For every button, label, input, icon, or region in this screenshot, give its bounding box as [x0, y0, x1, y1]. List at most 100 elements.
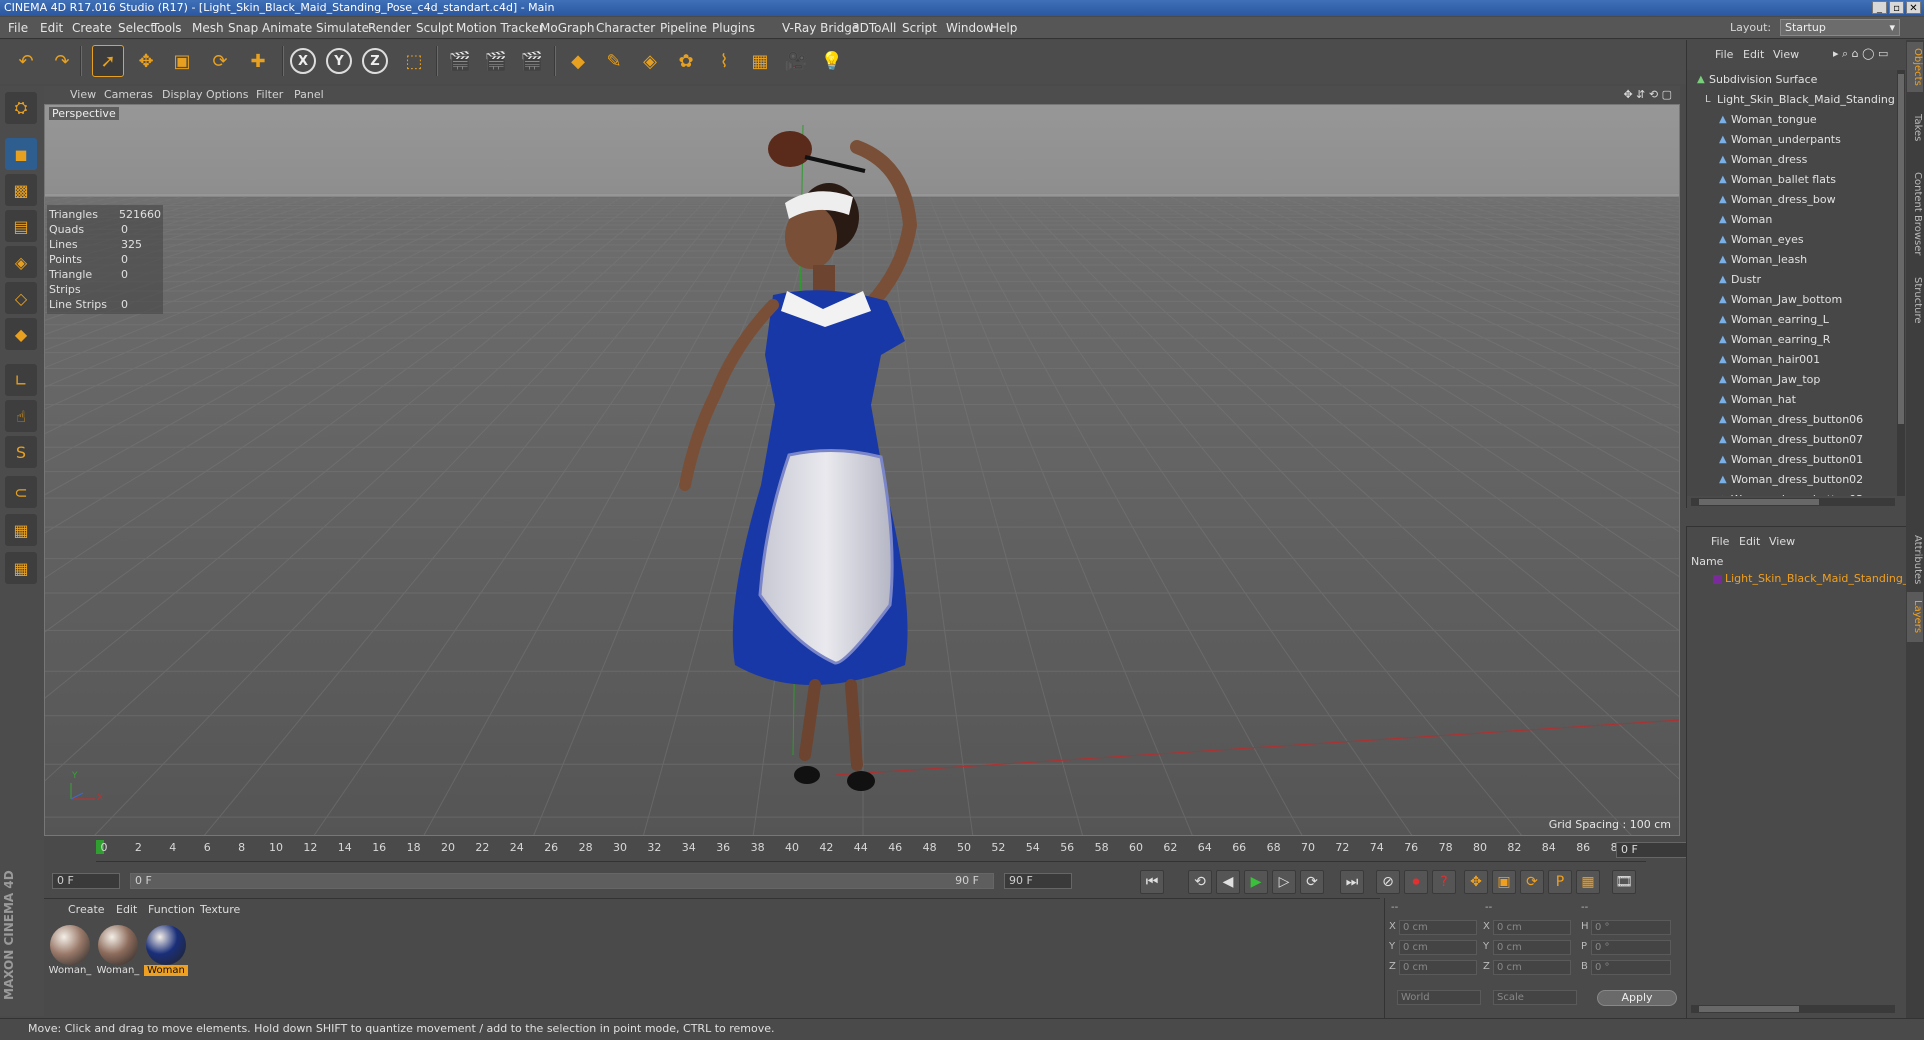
- edges-mode-icon[interactable]: ◇: [5, 282, 37, 314]
- snap-icon[interactable]: ⊂: [5, 476, 37, 508]
- minimize-button[interactable]: _: [1872, 1, 1887, 14]
- object-item[interactable]: ▲ Woman_dress_button07: [1687, 430, 1897, 450]
- menu-3dtoall[interactable]: 3DToAll: [852, 21, 896, 35]
- size-mode-select[interactable]: Scale: [1493, 990, 1577, 1005]
- side-tab-attributes[interactable]: Attributes: [1907, 532, 1923, 588]
- viewport-menu-filter[interactable]: Filter: [256, 88, 283, 101]
- z-axis-icon[interactable]: Z: [362, 48, 388, 74]
- camera-icon[interactable]: 🎥: [780, 45, 812, 77]
- object-item[interactable]: ▲ Woman_dress_button01: [1687, 450, 1897, 470]
- menu-plugins[interactable]: Plugins: [712, 21, 755, 35]
- record-icon[interactable]: ⏺: [1404, 870, 1428, 894]
- object-menu-edit[interactable]: Edit: [1743, 48, 1764, 61]
- material-swatch[interactable]: Woman_: [48, 925, 92, 976]
- coordinate-system-icon[interactable]: ⬚: [398, 45, 430, 77]
- material-swatch[interactable]: Woman_: [96, 925, 140, 976]
- goto-end-icon[interactable]: ⏭: [1340, 870, 1364, 894]
- polygons-mode-icon[interactable]: ◆: [5, 318, 37, 350]
- menu-pipeline[interactable]: Pipeline: [660, 21, 707, 35]
- viewport-camera-label[interactable]: Perspective: [49, 107, 119, 120]
- timeline-icon[interactable]: 🎞: [1612, 870, 1636, 894]
- render-picture-viewer-icon[interactable]: 🎬: [480, 45, 512, 77]
- side-tab-layers[interactable]: Layers: [1907, 592, 1923, 642]
- undo-icon[interactable]: ↶: [10, 45, 42, 77]
- prev-key-icon[interactable]: ⟲: [1188, 870, 1212, 894]
- live-selection-icon[interactable]: ✚: [242, 45, 274, 77]
- play-back-icon[interactable]: ◀: [1216, 870, 1240, 894]
- side-tab-objects[interactable]: Objects: [1907, 42, 1923, 92]
- menu-sculpt[interactable]: Sculpt: [416, 21, 453, 35]
- layer-menu-file[interactable]: File: [1711, 535, 1729, 548]
- tweak-icon[interactable]: ☝: [5, 400, 37, 432]
- timeline[interactable]: 0 2 4 6 8 10 12 14 16 18 20 22 24 26 28 30 32 34 36 38 40 42 4…: [44, 838, 1712, 868]
- material-menu-create[interactable]: Create: [68, 903, 105, 916]
- next-key-icon[interactable]: ⟳: [1300, 870, 1324, 894]
- y-axis-icon[interactable]: Y: [326, 48, 352, 74]
- render-view-icon[interactable]: 🎬: [444, 45, 476, 77]
- object-item[interactable]: ▲ Woman_underpants: [1687, 130, 1897, 150]
- position-y-field[interactable]: 0 cm: [1399, 940, 1477, 955]
- side-tab-content-browser[interactable]: Content Browser: [1907, 164, 1923, 264]
- viewport-menu-view[interactable]: View: [70, 88, 96, 101]
- cube-icon[interactable]: ◆: [562, 45, 594, 77]
- object-list[interactable]: ▲ Subdivision Surface L Light_Skin_Black_Ma…: [1687, 70, 1897, 496]
- menu-select[interactable]: Select: [118, 21, 155, 35]
- redo-icon[interactable]: ↷: [46, 45, 78, 77]
- deformer-icon[interactable]: ⌇: [708, 45, 740, 77]
- menu-window[interactable]: Window: [946, 21, 993, 35]
- object-item[interactable]: ▲Woman_dress_button03: [1687, 490, 1897, 496]
- object-item[interactable]: ▲ Woman_dress_button02: [1687, 470, 1897, 490]
- move-icon[interactable]: ✥: [130, 45, 162, 77]
- size-y-field[interactable]: 0 cm: [1493, 940, 1571, 955]
- size-x-field[interactable]: 0 cm: [1493, 920, 1571, 935]
- material-menu-function[interactable]: Function: [148, 903, 195, 916]
- position-x-field[interactable]: 0 cm: [1399, 920, 1477, 935]
- axis-icon[interactable]: ∟: [5, 364, 37, 396]
- menu-v-ray-bridge[interactable]: V-Ray Bridge: [782, 21, 859, 35]
- menu-script[interactable]: Script: [902, 21, 937, 35]
- rotate-key-icon[interactable]: ⟳: [1520, 870, 1544, 894]
- menu-edit[interactable]: Edit: [40, 21, 63, 35]
- points-mode-icon[interactable]: ◈: [5, 246, 37, 278]
- object-list-hscrollbar[interactable]: [1691, 498, 1895, 506]
- viewport-menu-cameras[interactable]: Cameras: [104, 88, 153, 101]
- pen-icon[interactable]: ✎: [598, 45, 630, 77]
- param-key-icon[interactable]: P: [1548, 870, 1572, 894]
- object-item[interactable]: ▲ Woman_dress_button06: [1687, 410, 1897, 430]
- position-z-field[interactable]: 0 cm: [1399, 960, 1477, 975]
- rotation-h-field[interactable]: 0 °: [1591, 920, 1671, 935]
- menu-character[interactable]: Character: [596, 21, 655, 35]
- render-settings-icon[interactable]: 🎬: [516, 45, 548, 77]
- maximize-button[interactable]: ▫: [1889, 1, 1904, 14]
- object-item[interactable]: ▲ Woman_earring_R: [1687, 330, 1897, 350]
- layer-menu-edit[interactable]: Edit: [1739, 535, 1760, 548]
- object-item[interactable]: ▲ Woman_hair001: [1687, 350, 1897, 370]
- object-item[interactable]: ▲ Woman_dress_bow: [1687, 190, 1897, 210]
- workplane-lock-icon[interactable]: ▦: [5, 514, 37, 546]
- menu-mograph[interactable]: MoGraph: [540, 21, 595, 35]
- rotation-p-field[interactable]: 0 °: [1591, 940, 1671, 955]
- object-item[interactable]: ▲ Woman_dress: [1687, 150, 1897, 170]
- pla-key-icon[interactable]: ▦: [1576, 870, 1600, 894]
- x-axis-icon[interactable]: X: [290, 48, 316, 74]
- object-item[interactable]: ▲ Woman_Jaw_top: [1687, 370, 1897, 390]
- object-menu-file[interactable]: File: [1715, 48, 1733, 61]
- scale-icon[interactable]: ▣: [166, 45, 198, 77]
- object-item[interactable]: ▲ Woman_eyes: [1687, 230, 1897, 250]
- menu-snap[interactable]: Snap: [228, 21, 258, 35]
- material-menu-edit[interactable]: Edit: [116, 903, 137, 916]
- material-swatch[interactable]: Woman: [144, 925, 188, 976]
- viewport-menu-options[interactable]: Options: [206, 88, 248, 101]
- floor-icon[interactable]: ▦: [744, 45, 776, 77]
- object-item[interactable]: ▲ Dustr: [1687, 270, 1897, 290]
- object-item[interactable]: ▲ Woman_tongue: [1687, 110, 1897, 130]
- side-tab-takes[interactable]: Takes: [1907, 98, 1923, 158]
- model-mode-icon[interactable]: ◼: [5, 138, 37, 170]
- cloner-icon[interactable]: ✿: [670, 45, 702, 77]
- menu-simulate[interactable]: Simulate: [316, 21, 369, 35]
- animation-grid-icon[interactable]: ▦: [5, 552, 37, 584]
- layer-row[interactable]: Light_Skin_Black_Maid_Standing_Po: [1687, 569, 1907, 589]
- menu-animate[interactable]: Animate: [262, 21, 312, 35]
- layer-hscrollbar[interactable]: [1691, 1005, 1895, 1013]
- menu-render[interactable]: Render: [368, 21, 411, 35]
